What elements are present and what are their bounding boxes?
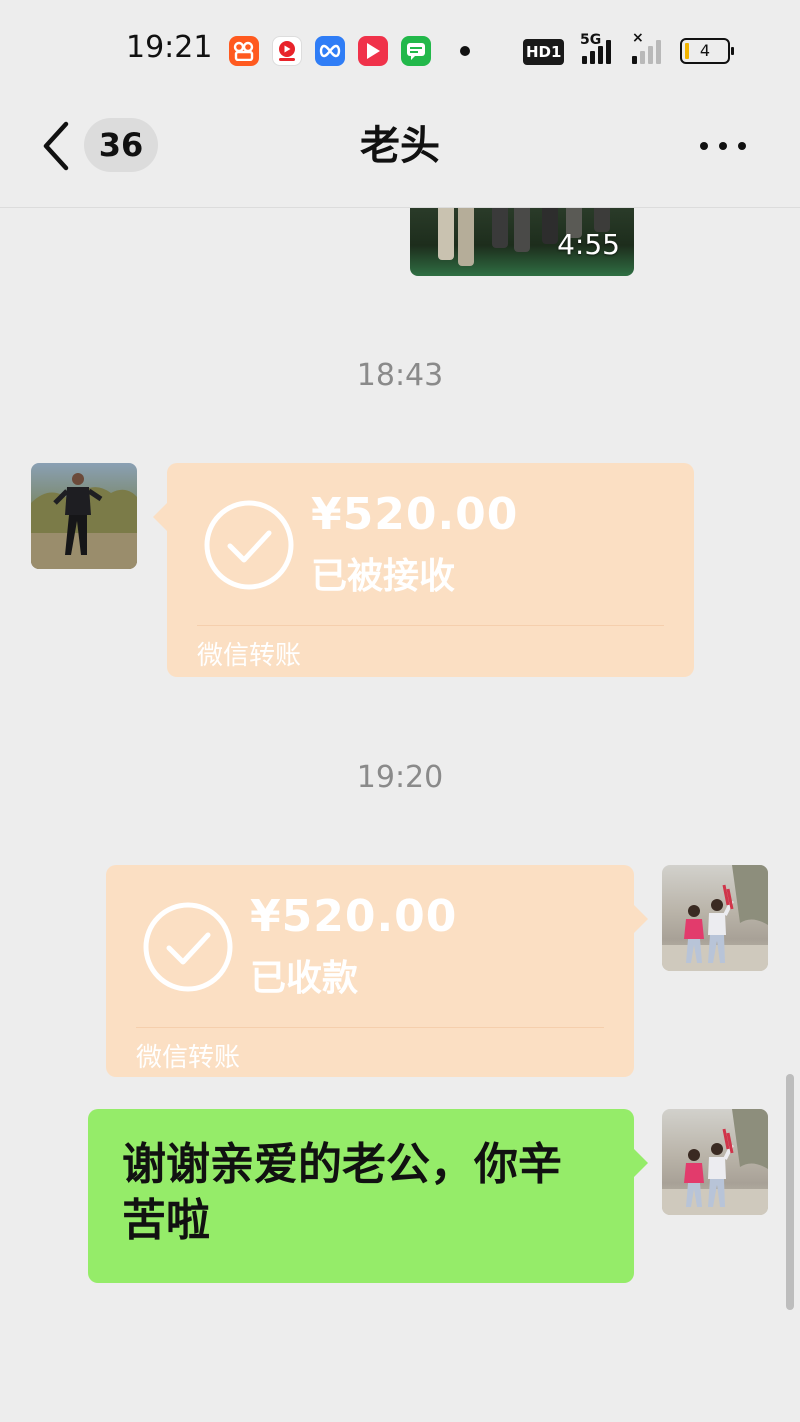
transfer-divider: [197, 625, 664, 626]
video-message-thumbnail[interactable]: 4:55: [410, 208, 634, 276]
chevron-left-icon: [43, 121, 69, 171]
signal-strength-secondary-icon: [632, 40, 661, 64]
transfer-source-label: 微信转账: [136, 1043, 241, 1073]
avatar-photo: [662, 865, 768, 971]
scrollbar[interactable]: [786, 1074, 794, 1310]
more-dots-icon: [700, 142, 746, 150]
video-frame-figure: [514, 208, 530, 252]
check-circle-icon: [143, 902, 233, 992]
my-avatar[interactable]: [662, 1109, 768, 1215]
video-duration: 4:55: [557, 228, 620, 261]
transfer-card-received[interactable]: ¥520.00 已被接收 微信转账: [153, 463, 694, 677]
transfer-amount: ¥520.00: [311, 489, 519, 540]
notification-dot-icon: [460, 46, 470, 56]
infinity-app-icon: [315, 36, 345, 66]
status-time: 19:21: [126, 30, 213, 65]
message-text: 谢谢亲爱的老公，你辛苦啦: [122, 1139, 562, 1246]
avatar-photo: [662, 1109, 768, 1215]
unread-count-badge[interactable]: 36: [84, 118, 158, 172]
status-bar: 19:21 HD1 5G × 4: [0, 0, 800, 100]
more-options-button[interactable]: [696, 128, 756, 164]
signal-strength-icon: [582, 40, 611, 64]
message-app-icon: [401, 36, 431, 66]
message-timestamp: 18:43: [356, 358, 444, 393]
bubble-tail: [634, 1149, 648, 1177]
battery-level-text: 4: [699, 41, 711, 60]
check-circle-icon: [204, 500, 294, 590]
hd-badge: HD1: [523, 39, 565, 65]
my-avatar[interactable]: [662, 865, 768, 971]
message-timestamp: 19:20: [356, 760, 444, 795]
bubble-tail: [153, 503, 167, 531]
kuaishou-app-icon: [229, 36, 259, 66]
video-frame-figure: [492, 208, 508, 248]
bubble-tail: [634, 905, 648, 933]
transfer-status: 已被接收: [311, 556, 456, 597]
video-app-icon: [272, 36, 302, 66]
transfer-amount: ¥520.00: [250, 891, 458, 942]
contact-avatar[interactable]: [31, 463, 137, 569]
sent-text-bubble[interactable]: 谢谢亲爱的老公，你辛苦啦: [88, 1109, 648, 1283]
transfer-source-label: 微信转账: [197, 641, 302, 671]
transfer-status: 已收款: [250, 958, 359, 999]
transfer-card-collected[interactable]: ¥520.00 已收款 微信转账: [106, 865, 648, 1077]
chat-title: 老头: [360, 123, 440, 169]
video-frame-figure: [542, 208, 558, 244]
header-divider: [0, 207, 800, 208]
back-button[interactable]: [38, 118, 78, 174]
video-frame-figure: [438, 208, 454, 260]
play-app-icon: [358, 36, 388, 66]
battery-icon: 4: [680, 38, 734, 64]
video-frame-figure: [458, 208, 474, 266]
transfer-divider: [136, 1027, 604, 1028]
avatar-photo: [31, 473, 137, 569]
